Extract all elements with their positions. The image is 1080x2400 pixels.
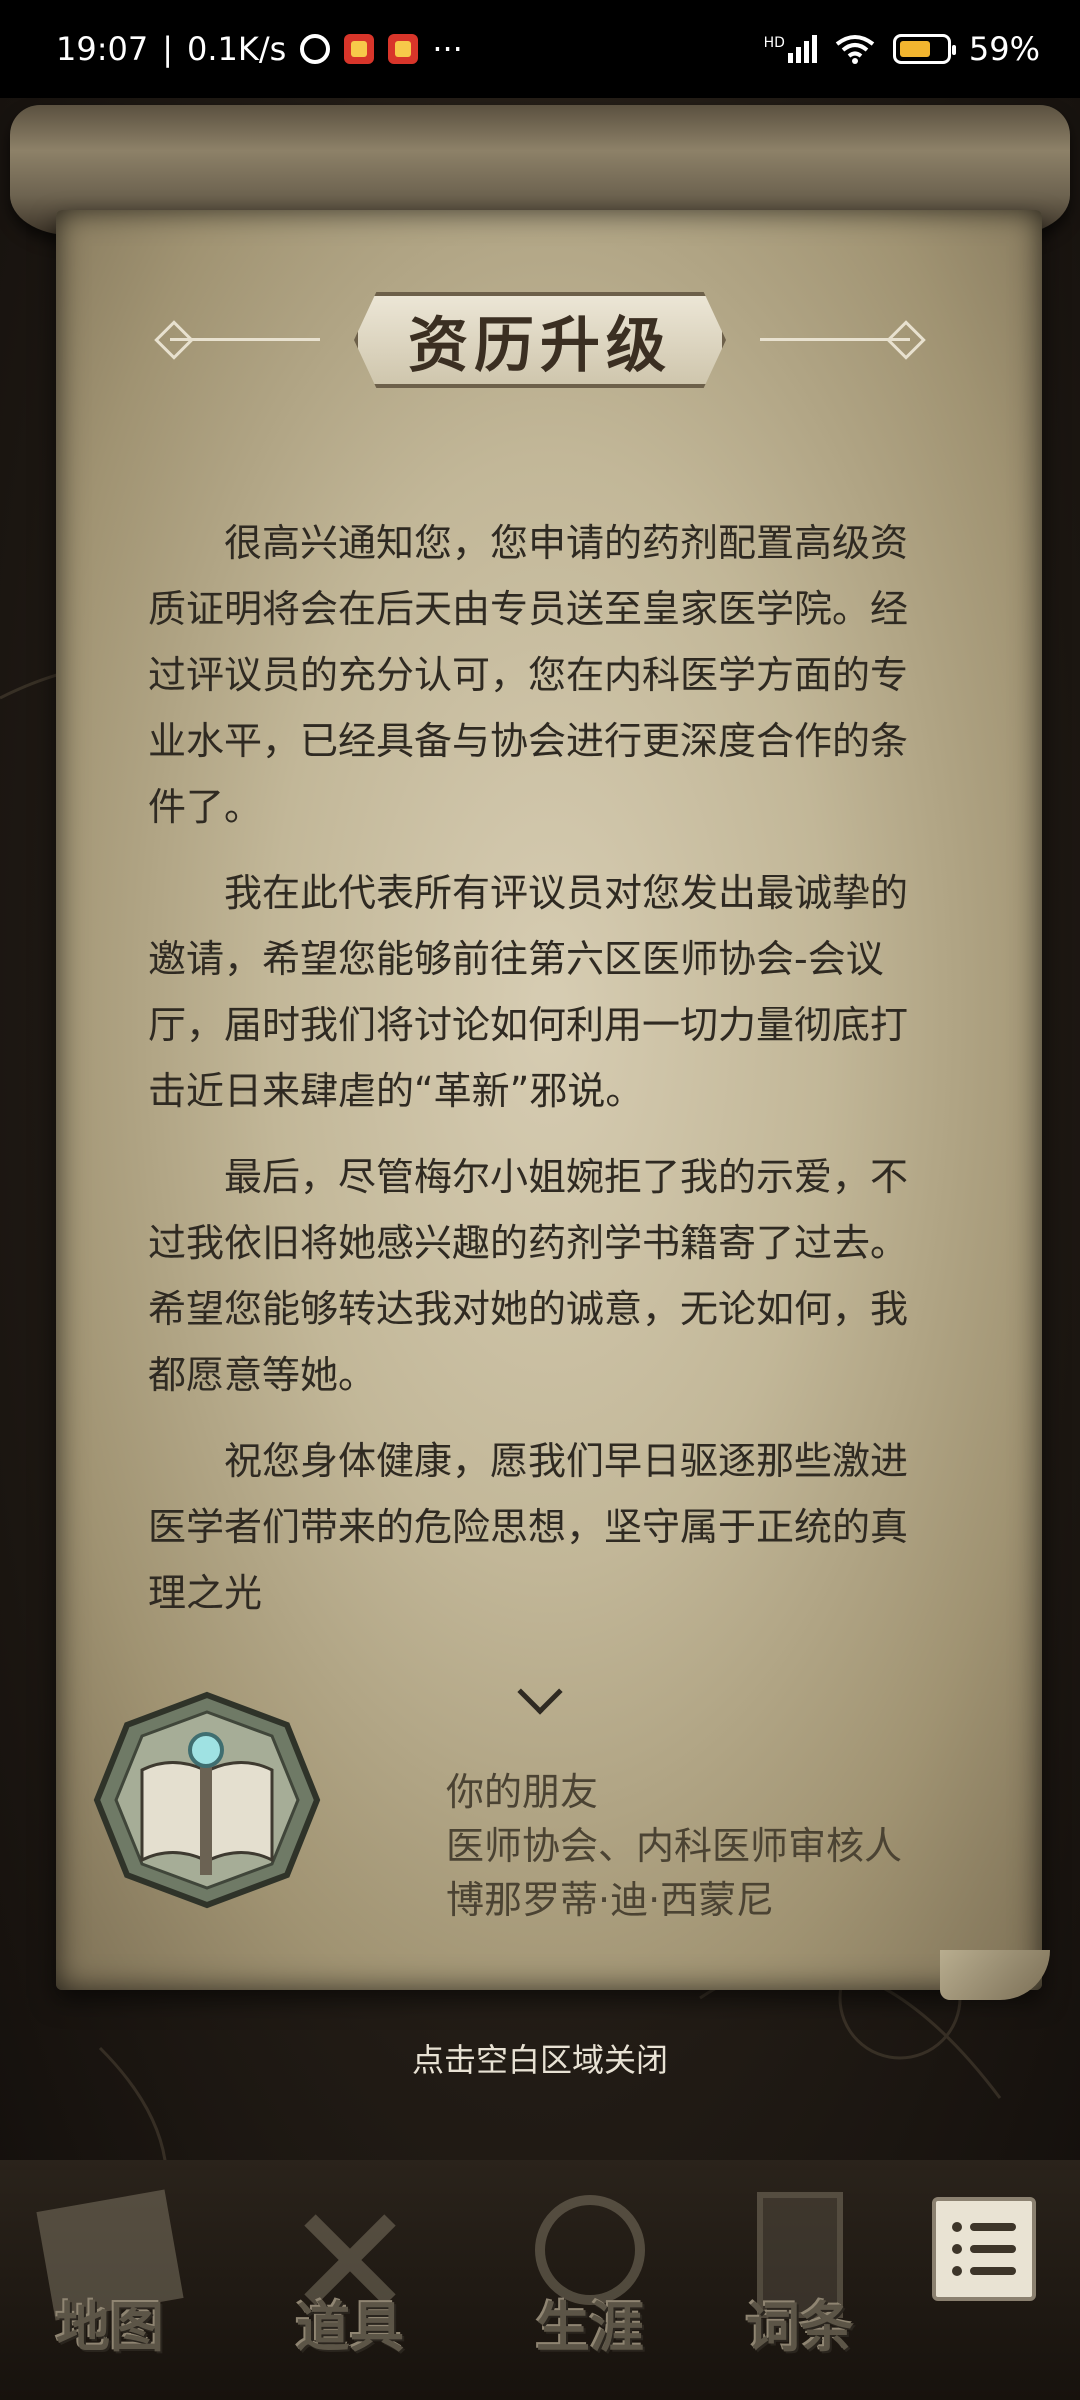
notification-icon	[300, 34, 331, 64]
menu-list-button[interactable]	[932, 2197, 1036, 2301]
nav-items-label: 道具	[296, 2295, 404, 2359]
ornament-right-icon	[886, 320, 926, 360]
letter-paragraph: 我在此代表所有评议员对您发出最诚挚的邀请，希望您能够前往第六区医师协会-会议厅，…	[148, 871, 909, 1113]
title-plaque: 资历升级	[354, 292, 726, 388]
nav-career[interactable]: 生涯	[490, 2180, 690, 2380]
nav-career-label: 生涯	[536, 2295, 644, 2359]
nav-map-label: 地图	[56, 2295, 164, 2359]
taobao-icon-2	[388, 34, 419, 64]
letter-paragraph: 祝您身体健康，愿我们早日驱逐那些激进医学者们带来的危险思想，坚守属于正统的真理之…	[148, 1439, 909, 1615]
wifi-icon	[835, 35, 875, 64]
nav-items[interactable]: 道具	[250, 2180, 450, 2380]
medical-book-emblem-icon	[93, 1691, 321, 1909]
close-hint[interactable]: 点击空白区域关闭	[0, 2035, 1080, 2081]
battery-icon	[892, 34, 956, 64]
letter-paragraph: 最后，尽管梅尔小姐婉拒了我的示爱，不过我依旧将她感兴趣的药剂学书籍寄了过去。希望…	[148, 1155, 909, 1397]
more-notifications-icon: ···	[432, 30, 463, 68]
letter-title: 资历升级	[408, 310, 672, 381]
nav-terms[interactable]: 词条	[700, 2180, 900, 2380]
signature-name: 博那罗蒂·迪·西蒙尼	[446, 1878, 775, 1922]
letter-signature: 你的朋友 医师协会、内科医师审核人 博那罗蒂·迪·西蒙尼	[446, 1765, 1006, 1927]
status-bar: 19:07 | 0.1K/s ··· HD 59%	[0, 0, 1080, 98]
ornament-line-left	[170, 338, 320, 341]
menu-list-icon	[952, 2222, 1016, 2232]
letter-paragraph: 很高兴通知您，您申请的药剂配置高级资质证明将会在后天由专员送至皇家医学院。经过评…	[148, 521, 909, 829]
nav-terms-label: 词条	[746, 2295, 854, 2359]
clock: 19:07	[56, 30, 149, 68]
letter-body[interactable]: 很高兴通知您，您申请的药剂配置高级资质证明将会在后天由专员送至皇家医学院。经过评…	[148, 510, 934, 1640]
signal-icon: HD	[764, 35, 817, 63]
network-type: HD	[763, 35, 785, 51]
nav-map[interactable]: 地图	[10, 2180, 210, 2380]
letter-header: 资历升级	[154, 290, 926, 390]
signature-greeting: 你的朋友	[446, 1770, 599, 1814]
taobao-icon	[344, 34, 375, 64]
battery-level: 59%	[968, 30, 1040, 68]
divider: |	[162, 30, 173, 68]
network-speed: 0.1K/s	[187, 30, 287, 68]
signature-title: 医师协会、内科医师审核人	[446, 1824, 903, 1868]
